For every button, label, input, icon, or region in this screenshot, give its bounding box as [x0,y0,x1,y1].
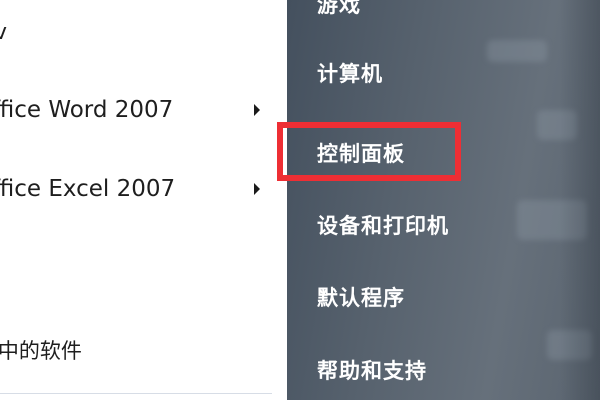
program-item-label: ffice Excel 2007 [0,176,176,202]
pane-divider [0,393,272,394]
program-item-excel-2007[interactable]: ffice Excel 2007 [0,169,272,209]
menu-item-help-support[interactable]: 帮助和支持 [317,350,567,390]
system-links-pane: 游戏 计算机 控制面板 设备和打印机 默认程序 帮助和支持 [287,0,600,400]
menu-item-devices-printers[interactable]: 设备和打印机 [317,205,567,245]
highlight-annotation [277,122,461,181]
program-item-word-2007[interactable]: ffice Word 2007 [0,90,272,130]
program-item-label: i中的软件 [0,339,82,363]
submenu-arrow-icon [254,104,260,116]
submenu-arrow-icon [254,183,260,195]
programs-pane: v ffice Word 2007 ffice Excel 2007 i中的软件 [0,0,287,400]
menu-item-games[interactable]: 游戏 [317,0,567,24]
program-item-fragment[interactable]: v [0,20,7,45]
program-item-label: ffice Word 2007 [0,97,174,123]
start-menu: v ffice Word 2007 ffice Excel 2007 i中的软件… [0,0,600,400]
program-item-software[interactable]: i中的软件 [0,330,272,370]
menu-item-default-programs[interactable]: 默认程序 [317,277,567,317]
menu-item-computer[interactable]: 计算机 [317,53,567,93]
